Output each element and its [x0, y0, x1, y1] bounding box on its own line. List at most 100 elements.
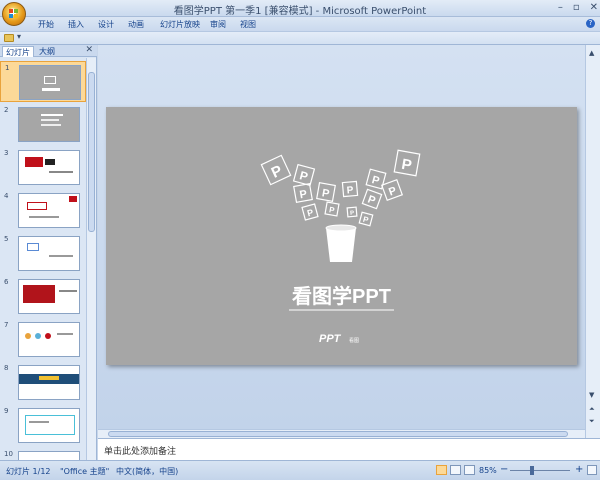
minimize-button[interactable]: – — [558, 2, 563, 13]
cup-icon — [326, 228, 356, 262]
zoom-slider-track[interactable] — [510, 470, 570, 471]
p-card-icon: P — [361, 188, 383, 210]
previous-slide-icon[interactable]: ⏶ — [589, 405, 595, 414]
slide-thumbnail[interactable] — [18, 150, 80, 185]
slide-thumbnail[interactable] — [18, 279, 80, 314]
slide-thumbnail[interactable] — [18, 322, 80, 357]
thumbnail-list: 1 2 3 4 5 6 7 8 9 10 — [0, 58, 86, 460]
scroll-down-icon[interactable]: ▼ — [589, 391, 594, 399]
close-button[interactable]: ✕ — [590, 2, 598, 13]
open-folder-icon[interactable] — [4, 34, 14, 42]
vertical-scrollbar[interactable]: ▲ ▼ ⏶ ⏷ — [585, 45, 600, 438]
svg-text:P: P — [350, 211, 355, 217]
status-bar: 幻灯片 1/12 "Office 主题" 中文(简体，中国) 85% − + — [0, 460, 600, 480]
slide-thumbnail-number: 4 — [4, 192, 9, 200]
p-card-icon: P — [293, 183, 313, 203]
p-card-icon: P — [380, 178, 404, 202]
notes-pane[interactable]: 单击此处添加备注 — [98, 438, 600, 460]
p-card-icon: P — [358, 211, 374, 227]
p-card-icon: P — [316, 182, 336, 202]
slide-thumbnail-row[interactable]: 9 — [0, 405, 86, 446]
slide-thumbnail-number: 5 — [4, 235, 9, 243]
slide-thumbnail-number: 3 — [4, 149, 9, 157]
slide-thumbnail[interactable] — [18, 236, 80, 271]
tab-outline[interactable]: 大纲 — [36, 46, 58, 57]
zoom-level[interactable]: 85% — [479, 466, 497, 475]
slide-thumbnail-row[interactable]: 7 — [0, 319, 86, 360]
tab-view[interactable]: 视图 — [240, 19, 256, 30]
current-slide[interactable]: PPPPPPPPPPPPP 看图学PPT PPT 看图 — [106, 107, 577, 365]
thumbnail-scrollbar[interactable] — [86, 58, 96, 460]
horizontal-scrollbar[interactable] — [98, 429, 585, 438]
tab-slides[interactable]: 幻灯片 — [2, 46, 34, 57]
svg-text:P: P — [400, 156, 413, 174]
slide-sorter-view-button[interactable] — [450, 465, 461, 475]
zoom-out-button[interactable]: − — [500, 464, 508, 475]
slide-thumbnail-number: 8 — [4, 364, 9, 372]
svg-text:P: P — [387, 185, 398, 199]
slide-thumbnail-number: 10 — [4, 450, 13, 458]
next-slide-icon[interactable]: ⏷ — [589, 417, 595, 426]
qat-customize-dropdown[interactable]: ▾ — [17, 32, 21, 41]
svg-text:P: P — [362, 215, 370, 225]
p-card-icon: P — [346, 206, 358, 218]
slide-thumbnail-row[interactable]: 5 — [0, 233, 86, 274]
slideshow-view-button[interactable] — [464, 465, 475, 475]
slide-thumbnail-row[interactable]: 2 — [0, 104, 86, 145]
svg-text:P: P — [299, 188, 308, 201]
help-icon[interactable]: ? — [586, 19, 595, 28]
slide-thumbnail-row[interactable]: 10 — [0, 448, 86, 460]
tab-review[interactable]: 审阅 — [210, 19, 226, 30]
slide-thumbnail-row[interactable]: 3 — [0, 147, 86, 188]
ppt-logo-text: PPT — [319, 333, 342, 345]
slide-thumbnail-number: 7 — [4, 321, 9, 329]
quick-toolbar-strip: ▾ — [0, 31, 600, 45]
slide-thumbnail[interactable] — [18, 107, 80, 142]
scroll-up-icon[interactable]: ▲ — [589, 49, 594, 57]
slide-thumbnail-row[interactable]: 4 — [0, 190, 86, 231]
slide-thumbnail-row[interactable]: 8 — [0, 362, 86, 403]
horizontal-scroll-thumb[interactable] — [108, 431, 568, 437]
slide-thumbnail-row[interactable]: 6 — [0, 276, 86, 317]
window-title: 看图学PPT 第一季1 [兼容模式] - Microsoft PowerPoin… — [173, 6, 427, 17]
svg-text:P: P — [306, 207, 314, 218]
slide-thumbnail[interactable] — [18, 408, 80, 443]
pane-tabs: 幻灯片 大纲 ✕ — [0, 45, 97, 57]
p-cards-group: P PP P PPPPPP P PP — [260, 149, 421, 227]
tab-design[interactable]: 设计 — [98, 19, 114, 30]
slides-pane: 幻灯片 大纲 ✕ 1 2 3 4 5 6 7 8 9 10 — [0, 45, 97, 460]
slide-artwork: P PP P PPPPPP P PP 看图学PPT PPT 看图 — [260, 149, 421, 345]
zoom-slider-knob[interactable] — [530, 466, 534, 475]
restore-button[interactable]: ▫ — [573, 2, 580, 13]
slide-thumbnail-row[interactable]: 1 — [0, 61, 86, 102]
tab-home[interactable]: 开始 — [38, 19, 54, 30]
slide-thumbnail[interactable] — [18, 451, 80, 460]
ribbon-tab-bar: 开始 插入 设计 动画 幻灯片放映 审阅 视图 ? — [0, 17, 600, 31]
slide-thumbnail[interactable] — [18, 365, 80, 400]
slide-thumbnail[interactable] — [18, 193, 80, 228]
normal-view-button[interactable] — [436, 465, 447, 475]
office-logo-icon — [9, 9, 19, 19]
office-button[interactable] — [2, 2, 26, 26]
slide-editing-area: PPPPPPPPPPPPP 看图学PPT PPT 看图 — [98, 45, 585, 429]
zoom-in-button[interactable]: + — [575, 464, 583, 475]
svg-text:P: P — [298, 168, 309, 184]
thumbnail-scroll-thumb[interactable] — [88, 72, 95, 232]
p-card-icon: P — [260, 154, 292, 186]
tab-slideshow[interactable]: 幻灯片放映 — [160, 19, 200, 30]
slide-title: 看图学PPT — [292, 284, 391, 308]
theme-name[interactable]: "Office 主题" — [60, 466, 109, 477]
window-controls: – ▫ ✕ — [558, 2, 598, 13]
pane-close-icon[interactable]: ✕ — [85, 45, 93, 55]
language-indicator[interactable]: 中文(简体，中国) — [116, 466, 178, 477]
ppt-logo-subtext: 看图 — [349, 337, 359, 344]
p-card-icon: P — [324, 201, 340, 217]
tab-animations[interactable]: 动画 — [128, 19, 144, 30]
svg-text:P: P — [328, 205, 335, 215]
slide-thumbnail[interactable] — [19, 65, 81, 100]
p-card-icon: P — [341, 180, 359, 198]
svg-text:P: P — [321, 187, 330, 200]
tab-insert[interactable]: 插入 — [68, 19, 84, 30]
p-card-icon: P — [393, 149, 421, 177]
fit-slide-icon[interactable] — [587, 465, 597, 475]
